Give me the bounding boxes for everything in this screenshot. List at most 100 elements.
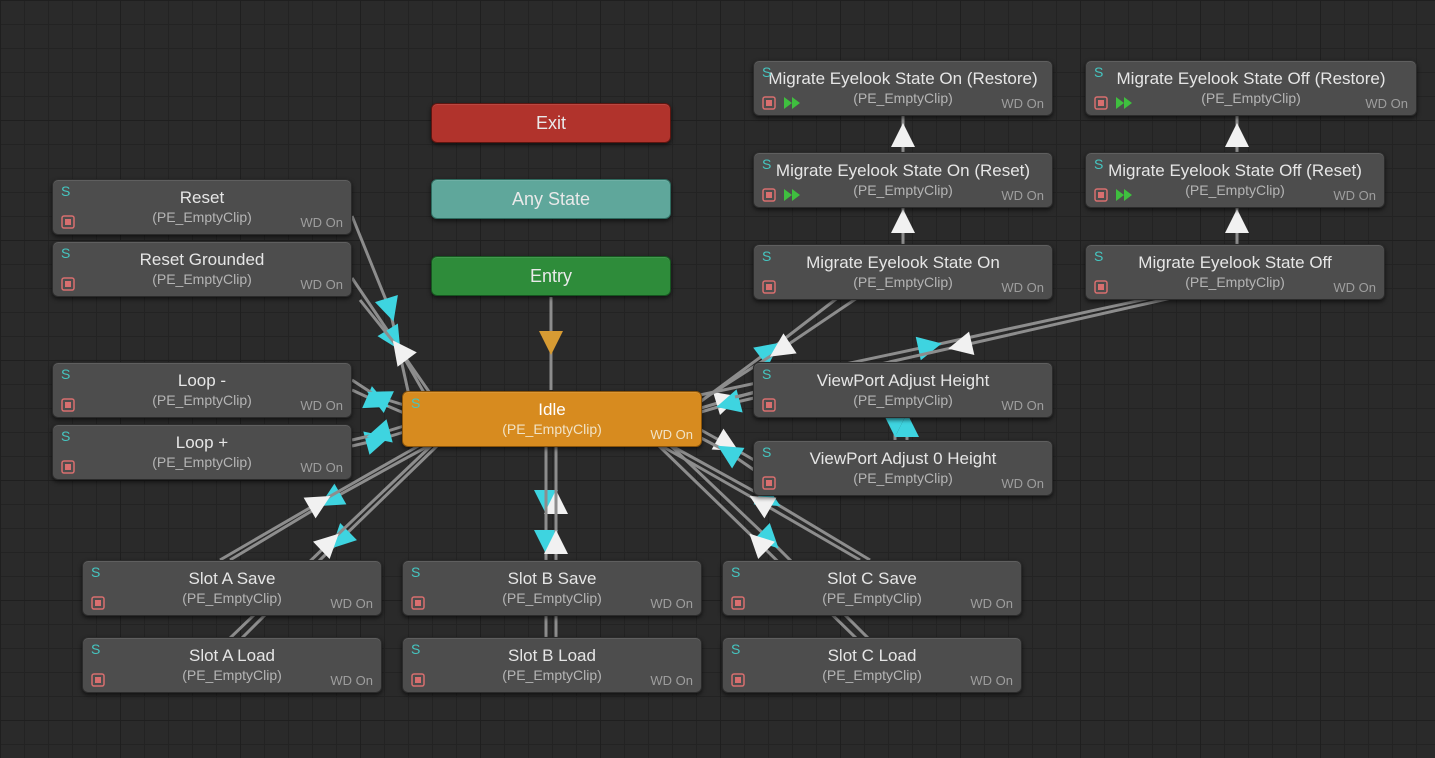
wd-label: WD On [300, 460, 343, 475]
behaviour-icon [762, 280, 776, 294]
behaviour-icon [1094, 188, 1108, 202]
state-clip: (PE_EmptyClip) [182, 667, 282, 683]
state-clip: (PE_EmptyClip) [1185, 274, 1285, 290]
state-title: Migrate Eyelook State Off (Reset) [1108, 162, 1362, 181]
wd-label: WD On [650, 596, 693, 611]
speed-icon [784, 189, 802, 201]
state-clip: (PE_EmptyClip) [853, 470, 953, 486]
behaviour-icon [61, 277, 75, 291]
slot-a-save-state[interactable]: S Slot A Save (PE_EmptyClip) WD On [82, 560, 382, 616]
migrate-on-state[interactable]: S Migrate Eyelook State On (PE_EmptyClip… [753, 244, 1053, 300]
behaviour-icon [61, 215, 75, 229]
wd-label: WD On [1001, 280, 1044, 295]
state-clip: (PE_EmptyClip) [853, 392, 953, 408]
s-tag: S [762, 248, 771, 264]
state-clip: (PE_EmptyClip) [1185, 182, 1285, 198]
any-state-label: Any State [512, 189, 590, 210]
exit-label: Exit [536, 113, 566, 134]
reset-state[interactable]: S Reset (PE_EmptyClip) WD On [52, 179, 352, 235]
wd-label: WD On [650, 427, 693, 442]
state-title: Migrate Eyelook State On (Restore) [768, 70, 1037, 89]
s-tag: S [411, 564, 420, 580]
s-tag: S [1094, 248, 1103, 264]
migrate-off-restore-state[interactable]: S Migrate Eyelook State Off (Restore) (P… [1085, 60, 1417, 116]
behaviour-icon [91, 673, 105, 687]
behaviour-icon [762, 476, 776, 490]
s-tag: S [1094, 156, 1103, 172]
state-clip: (PE_EmptyClip) [502, 590, 602, 606]
state-title: Idle [538, 401, 565, 420]
wd-label: WD On [1365, 96, 1408, 111]
behaviour-icon [1094, 96, 1108, 110]
wd-label: WD On [330, 596, 373, 611]
state-title: Slot C Save [827, 570, 917, 589]
loop-plus-state[interactable]: S Loop + (PE_EmptyClip) WD On [52, 424, 352, 480]
wd-label: WD On [970, 596, 1013, 611]
state-clip: (PE_EmptyClip) [152, 454, 252, 470]
s-tag: S [91, 641, 100, 657]
s-tag: S [411, 641, 420, 657]
wd-label: WD On [1333, 280, 1376, 295]
state-clip: (PE_EmptyClip) [502, 421, 602, 437]
state-clip: (PE_EmptyClip) [853, 90, 953, 106]
s-tag: S [61, 245, 70, 261]
migrate-off-state[interactable]: S Migrate Eyelook State Off (PE_EmptyCli… [1085, 244, 1385, 300]
behaviour-icon [731, 596, 745, 610]
s-tag: S [731, 564, 740, 580]
wd-label: WD On [300, 398, 343, 413]
state-title: Reset [180, 189, 224, 208]
behaviour-icon [731, 673, 745, 687]
behaviour-icon [411, 596, 425, 610]
state-title: ViewPort Adjust Height [817, 372, 990, 391]
state-clip: (PE_EmptyClip) [182, 590, 282, 606]
migrate-on-restore-state[interactable]: S Migrate Eyelook State On (Restore) (PE… [753, 60, 1053, 116]
slot-b-save-state[interactable]: S Slot B Save (PE_EmptyClip) WD On [402, 560, 702, 616]
speed-icon [1116, 97, 1134, 109]
reset-grounded-state[interactable]: S Reset Grounded (PE_EmptyClip) WD On [52, 241, 352, 297]
behaviour-icon [762, 188, 776, 202]
state-clip: (PE_EmptyClip) [152, 392, 252, 408]
slot-b-load-state[interactable]: S Slot B Load (PE_EmptyClip) WD On [402, 637, 702, 693]
s-tag: S [762, 156, 771, 172]
migrate-on-reset-state[interactable]: S Migrate Eyelook State On (Reset) (PE_E… [753, 152, 1053, 208]
state-title: Loop + [176, 434, 228, 453]
state-title: Migrate Eyelook State On [806, 254, 1000, 273]
state-clip: (PE_EmptyClip) [853, 274, 953, 290]
speed-icon [784, 97, 802, 109]
state-clip: (PE_EmptyClip) [853, 182, 953, 198]
state-title: Reset Grounded [140, 251, 265, 270]
any-state-node[interactable]: Any State [431, 179, 671, 219]
wd-label: WD On [1001, 96, 1044, 111]
behaviour-icon [61, 398, 75, 412]
slot-c-save-state[interactable]: S Slot C Save (PE_EmptyClip) WD On [722, 560, 1022, 616]
state-title: ViewPort Adjust 0 Height [810, 450, 997, 469]
speed-icon [1116, 189, 1134, 201]
behaviour-icon [61, 460, 75, 474]
loop-minus-state[interactable]: S Loop - (PE_EmptyClip) WD On [52, 362, 352, 418]
entry-node[interactable]: Entry [431, 256, 671, 296]
behaviour-icon [762, 96, 776, 110]
state-title: Slot A Load [189, 647, 275, 666]
s-tag: S [61, 183, 70, 199]
state-clip: (PE_EmptyClip) [822, 667, 922, 683]
migrate-off-reset-state[interactable]: S Migrate Eyelook State Off (Reset) (PE_… [1085, 152, 1385, 208]
state-title: Slot C Load [828, 647, 917, 666]
behaviour-icon [762, 398, 776, 412]
slot-c-load-state[interactable]: S Slot C Load (PE_EmptyClip) WD On [722, 637, 1022, 693]
s-tag: S [61, 428, 70, 444]
state-clip: (PE_EmptyClip) [1201, 90, 1301, 106]
state-clip: (PE_EmptyClip) [152, 209, 252, 225]
slot-a-load-state[interactable]: S Slot A Load (PE_EmptyClip) WD On [82, 637, 382, 693]
wd-label: WD On [970, 673, 1013, 688]
exit-node[interactable]: Exit [431, 103, 671, 143]
wd-label: WD On [300, 277, 343, 292]
s-tag: S [762, 64, 771, 80]
viewport-adjust-0-height-state[interactable]: S ViewPort Adjust 0 Height (PE_EmptyClip… [753, 440, 1053, 496]
state-title: Migrate Eyelook State On (Reset) [776, 162, 1030, 181]
s-tag: S [731, 641, 740, 657]
viewport-adjust-height-state[interactable]: S ViewPort Adjust Height (PE_EmptyClip) … [753, 362, 1053, 418]
s-tag: S [91, 564, 100, 580]
state-clip: (PE_EmptyClip) [822, 590, 922, 606]
idle-state[interactable]: S Idle (PE_EmptyClip) WD On [402, 391, 702, 447]
wd-label: WD On [300, 215, 343, 230]
